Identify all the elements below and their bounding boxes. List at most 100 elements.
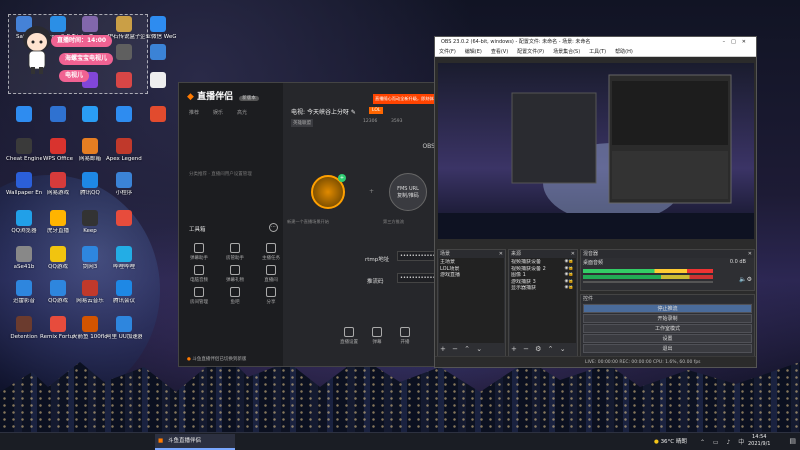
source-item[interactable]: 显示器捕获 ◉🔒 [511, 285, 575, 292]
app-icon [116, 280, 132, 296]
footer-button[interactable]: 开播 [395, 327, 415, 345]
window-controls[interactable]: –□✕ [723, 37, 752, 48]
obs-menu-item[interactable]: 帮助(H) [615, 49, 633, 55]
obs-preview[interactable] [438, 63, 754, 239]
obs-window[interactable]: OBS 23.0.2 (64-bit, windows) - 配置文件: 未命名… [434, 36, 757, 368]
desktop-icon[interactable]: 哔哩哔哩 [106, 246, 142, 270]
desktop-icon[interactable]: 腾讯QQ [72, 172, 108, 196]
desktop-icon[interactable]: QQ游戏 [40, 246, 76, 270]
version-badge[interactable]: 新版本 [239, 96, 259, 101]
desktop-icon[interactable]: WPS Office [40, 138, 76, 162]
obs-menu-item[interactable]: 工具(T) [589, 49, 606, 55]
dock-close-icon[interactable]: ✕ [571, 250, 575, 258]
obs-menu-item[interactable]: 编辑(E) [465, 49, 482, 55]
desktop-icon[interactable] [106, 210, 142, 228]
category-tag[interactable]: LOL [369, 107, 384, 114]
desktop-icon[interactable] [72, 106, 108, 124]
weather[interactable]: 36°C 晴朗 [661, 439, 687, 445]
desktop-icon[interactable]: Remix Fortune [40, 316, 76, 340]
desktop-icon[interactable]: aSe41b [6, 246, 42, 270]
tool-button[interactable]: 鱼吧 [225, 287, 245, 305]
douyu-window[interactable]: ◆ 直播伴侣 新版本 推荐 娱乐 高光 分类推荐 · 直播间用户设置管理 工具箱 ⋯… [178, 82, 443, 367]
desktop-icon[interactable]: 迅雷影音 [6, 280, 42, 304]
tool-button[interactable]: 房间管理 [189, 287, 209, 305]
card2-caption: 第三方推流 [383, 219, 404, 224]
obs-menu-item[interactable]: 场景集合(S) [553, 49, 580, 55]
desktop-icon[interactable]: 网易游戏 [40, 172, 76, 196]
desktop-icon[interactable] [140, 106, 176, 124]
tool-button[interactable]: 弹幕助手 [189, 243, 209, 261]
upgrade-banner-button[interactable]: 直播随心而动全新升级，即刻体验 [373, 94, 443, 104]
scenes-title: 场景 [440, 251, 451, 257]
desktop-icon[interactable]: QQ游戏 [40, 280, 76, 304]
tray-icons[interactable]: ⌃ ▭ ♪ 中 [700, 437, 747, 446]
obs-menu-item[interactable]: 查看(V) [491, 49, 508, 55]
desktop-icon[interactable]: Wallpaper Engine [6, 172, 42, 196]
tool-button[interactable]: 直播间 [261, 265, 281, 283]
desktop-icon[interactable]: 腾讯会议 [106, 280, 142, 304]
desktop-icon[interactable]: Detention [6, 316, 42, 340]
desktop-icon[interactable]: Apex Legends [106, 138, 142, 162]
desktop-icon[interactable]: 阿里 UU加速器 [106, 316, 142, 340]
desktop-icon[interactable]: 小程序 [106, 172, 142, 196]
obs-menu-item[interactable]: 文件(F) [439, 49, 456, 55]
desktop-icon[interactable]: Keep [72, 210, 108, 234]
douyu-tab[interactable]: 高光 [237, 110, 247, 116]
desktop-icon[interactable] [106, 106, 142, 124]
desktop-icon[interactable]: Cheat Engine [6, 138, 42, 162]
volume-meter [583, 269, 713, 273]
dock-close-icon[interactable]: ✕ [748, 250, 752, 258]
footer-button[interactable]: 弹幕 [367, 327, 387, 345]
douyu-tab[interactable]: 娱乐 [213, 110, 223, 116]
volume-slider[interactable] [583, 281, 713, 283]
source-toolbar[interactable]: + − ⚙ ⌃ ⌄ [509, 343, 577, 355]
taskbar-app-douyu[interactable]: ■ 斗鱼直播伴侣 [155, 434, 235, 450]
scene-item[interactable]: 游戏直播 [440, 272, 503, 279]
desktop-icon[interactable]: 网易云音乐 [72, 280, 108, 304]
desktop-icon[interactable] [6, 106, 42, 124]
clock-date[interactable]: 2021/9/1 [748, 441, 770, 448]
desktop-icon[interactable] [40, 106, 76, 124]
visibility-lock-icon[interactable]: ◉🔒 [564, 285, 574, 292]
tool-button[interactable]: 分享 [261, 287, 281, 305]
footer-button[interactable]: 直播设置 [339, 327, 359, 345]
obs-menu-item[interactable]: 配置文件(P) [517, 49, 544, 55]
desktop-icon[interactable]: 火箭鱼 100flows [72, 316, 108, 340]
tool-label: 直播间 [264, 278, 278, 283]
dock-close-icon[interactable]: ✕ [499, 250, 503, 258]
app-icon [50, 106, 66, 122]
footer-label: 开播 [400, 340, 410, 345]
desktop-icon[interactable]: QQ浏览器 [6, 210, 42, 234]
start-record-button[interactable]: 开始录制 [583, 314, 752, 323]
douyu-tab[interactable]: 推荐 [189, 110, 199, 116]
start-button[interactable] [6, 436, 18, 448]
fms-card-button[interactable]: FMS URL 复制/推码 [389, 173, 427, 211]
scene-toolbar[interactable]: + − ⌃ ⌄ [438, 343, 505, 355]
desktop-icon[interactable]: 网易邮箱 [72, 138, 108, 162]
tool-button[interactable]: 弹幕礼物 [225, 265, 245, 283]
tool-icon [194, 287, 204, 297]
clock-time[interactable]: 14:54 [748, 434, 770, 441]
room-title[interactable]: 今天峡谷上分呀 [307, 109, 349, 116]
tool-button[interactable]: 房管助手 [225, 243, 245, 261]
mixer-settings-icon[interactable]: 🔈⚙ [739, 276, 752, 283]
desktop-icon[interactable]: 虎牙直播 [40, 210, 76, 234]
taskbar: ■ 斗鱼直播伴侣 ● 36°C 晴朗 ⌃ ▭ ♪ 中 14:54 2021/9/1… [0, 432, 800, 450]
tools-title: 工具箱 [189, 227, 206, 233]
sources-title: 来源 [511, 251, 522, 257]
source-label: 游戏捕获 3 [511, 278, 536, 285]
exit-button[interactable]: 退出 [583, 344, 752, 353]
tool-button[interactable]: 电脑音频 [189, 265, 209, 283]
tool-label: 电脑音频 [190, 278, 208, 283]
desktop-icon-label: 网易云音乐 [76, 298, 104, 304]
tool-button[interactable]: 主播任务 [261, 243, 281, 261]
desktop-icon-label: 火箭鱼 100flows [72, 334, 108, 340]
notification-icon[interactable]: ▤ [789, 437, 796, 445]
edit-icon[interactable]: ✎ [351, 109, 356, 116]
settings-button[interactable]: 设置 [583, 334, 752, 343]
more-tools-icon[interactable]: ⋯ [269, 223, 278, 232]
studio-mode-button[interactable]: 工作室模式 [583, 324, 752, 333]
stop-stream-button[interactable]: 停止推流 [583, 304, 752, 313]
desktop-icon-label: Detention [10, 334, 38, 340]
desktop-icon[interactable]: 剑网3 [72, 246, 108, 270]
